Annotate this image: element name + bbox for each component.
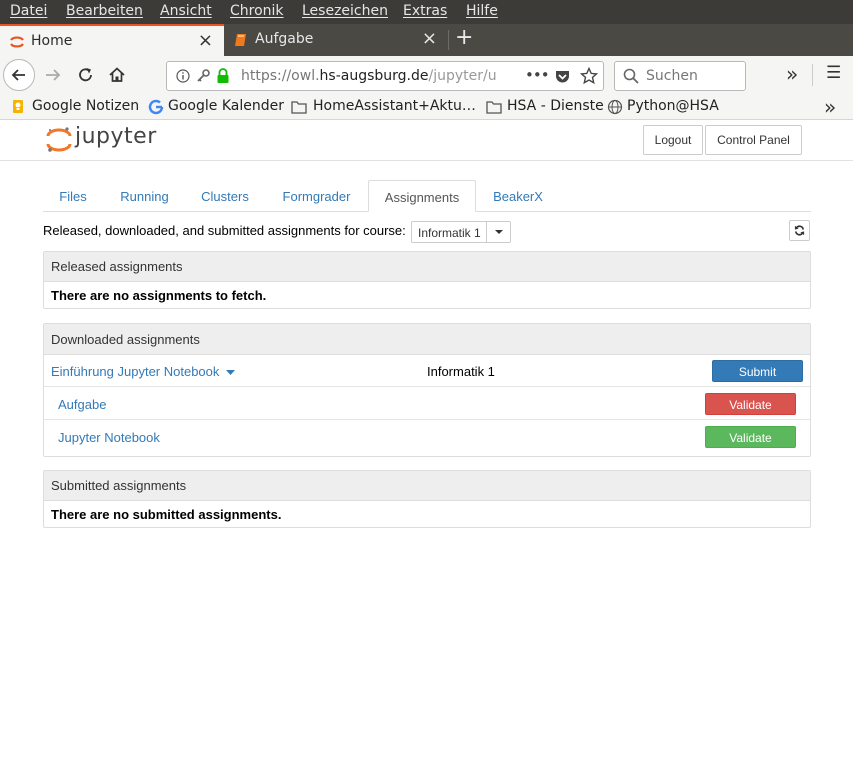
assignment-course: Informatik 1 [427, 364, 495, 379]
info-icon[interactable] [176, 69, 190, 83]
jupyter-tabs: Files Running Clusters Formgrader Assign… [43, 180, 811, 212]
control-panel-button[interactable]: Control Panel [705, 125, 802, 155]
url-bar[interactable]: https://owl.hs-augsburg.de/jupyter/u ••• [166, 61, 604, 91]
jupyter-header: jupyter Logout Control Panel [0, 120, 853, 161]
tab-beakerx[interactable]: BeakerX [476, 180, 560, 211]
menu-extras[interactable]: Extras [403, 3, 447, 19]
bookmarks-overflow-button[interactable]: » [824, 95, 836, 119]
validate-button-aufgabe[interactable]: Validate [705, 393, 796, 415]
course-select-toggle[interactable] [486, 222, 511, 242]
new-tab-button[interactable]: + [455, 25, 473, 50]
url-prefix: https://owl. [241, 68, 320, 84]
bookmark-google-kalender[interactable]: Google Kalender [168, 98, 284, 114]
globe-icon [607, 99, 623, 115]
bookmark-google-notizen[interactable]: Google Notizen [32, 98, 139, 114]
menu-lesezeichen[interactable]: Lesezeichen [302, 3, 388, 19]
submitted-assignments-title: Submitted assignments [44, 471, 810, 501]
tab-files[interactable]: Files [43, 180, 103, 211]
menu-ansicht[interactable]: Ansicht [160, 3, 212, 19]
close-icon[interactable]: × [422, 28, 437, 49]
hamburger-menu-icon[interactable]: ☰ [826, 63, 841, 83]
menu-bar: Datei Bearbeiten Ansicht Chronik Lesezei… [0, 0, 853, 24]
validate-button-jupyter-notebook[interactable]: Validate [705, 426, 796, 448]
menu-hilfe[interactable]: Hilfe [466, 3, 498, 19]
nav-toolbar: https://owl.hs-augsburg.de/jupyter/u •••… [0, 56, 853, 94]
submit-button[interactable]: Submit [712, 360, 803, 382]
caret-down-icon [495, 230, 503, 234]
page-actions-button[interactable]: ••• [525, 66, 550, 84]
assignment-toggle-link[interactable]: Einführung Jupyter Notebook [51, 364, 236, 379]
pocket-icon[interactable] [554, 68, 571, 85]
tab-assignments[interactable]: Assignments [368, 180, 476, 212]
bookmarks-toolbar: Google Notizen Google Kalender HomeAssis… [0, 94, 853, 120]
jupyter-page: jupyter Logout Control Panel Files Runni… [0, 120, 853, 769]
notebook-link-aufgabe[interactable]: Aufgabe [58, 397, 106, 412]
search-placeholder: Suchen [646, 68, 698, 84]
bookmark-star-icon[interactable] [580, 67, 598, 85]
downloaded-assignments-title: Downloaded assignments [44, 324, 810, 355]
browser-tab-label: Aufgabe [255, 31, 314, 47]
jupyter-logo-text[interactable]: jupyter [75, 124, 157, 149]
released-assignments-panel: Released assignments There are no assign… [43, 251, 811, 309]
search-icon [623, 68, 639, 84]
notebook-link-jupyter-notebook[interactable]: Jupyter Notebook [58, 430, 160, 445]
refresh-icon [794, 225, 805, 236]
menu-chronik[interactable]: Chronik [230, 3, 284, 19]
submitted-assignments-message: There are no submitted assignments. [51, 507, 282, 522]
home-icon[interactable] [107, 65, 127, 85]
caret-down-icon [226, 369, 236, 375]
toolbar-divider [812, 64, 813, 86]
folder-icon [486, 101, 502, 114]
google-g-icon [148, 99, 164, 115]
course-select[interactable]: Informatik 1 [411, 221, 511, 243]
course-select-value: Informatik 1 [418, 226, 481, 240]
forward-arrow-icon[interactable] [43, 65, 63, 85]
search-bar[interactable]: Suchen [614, 61, 746, 91]
course-label: Released, downloaded, and submitted assi… [43, 223, 406, 238]
bookmark-python-hsa[interactable]: Python@HSA [627, 98, 719, 114]
notebook-row: Jupyter Notebook Validate [44, 421, 810, 453]
url-path: /jupyter/u [428, 68, 497, 84]
book-icon [235, 34, 246, 46]
refresh-button[interactable] [789, 220, 810, 241]
logout-button[interactable]: Logout [643, 125, 703, 155]
close-icon[interactable]: × [198, 30, 213, 51]
browser-tab-aufgabe[interactable]: Aufgabe × [224, 24, 448, 56]
tab-divider [448, 30, 449, 50]
browser-tab-label: Home [31, 33, 73, 49]
assignment-row: Einführung Jupyter Notebook Informatik 1… [44, 355, 810, 387]
assignment-name: Einführung Jupyter Notebook [51, 364, 220, 379]
back-arrow-icon [11, 69, 25, 81]
url-text[interactable]: https://owl.hs-augsburg.de/jupyter/u [241, 68, 497, 84]
toolbar-overflow-button[interactable]: » [786, 62, 798, 86]
submitted-assignments-panel: Submitted assignments There are no submi… [43, 470, 811, 528]
menu-datei[interactable]: Datei [10, 3, 47, 19]
url-domain: hs-augsburg.de [319, 68, 429, 84]
bookmark-homeassistant[interactable]: HomeAssistant+Aktu… [313, 98, 476, 114]
tab-strip: Home × Aufgabe × + [0, 24, 853, 56]
released-assignments-message: There are no assignments to fetch. [51, 288, 267, 303]
key-icon[interactable] [195, 68, 211, 84]
back-button[interactable] [3, 59, 35, 91]
keep-notes-icon [13, 100, 23, 113]
jupyter-logo-icon[interactable] [46, 126, 72, 154]
menu-bearbeiten[interactable]: Bearbeiten [66, 3, 143, 19]
released-assignments-title: Released assignments [44, 252, 810, 282]
tab-clusters[interactable]: Clusters [186, 180, 264, 211]
jupyter-favicon-icon [10, 36, 24, 48]
tab-running[interactable]: Running [103, 180, 186, 211]
folder-icon [291, 101, 307, 114]
reload-icon[interactable] [76, 65, 96, 85]
bookmark-hsa-dienste[interactable]: HSA - Dienste [507, 98, 604, 114]
browser-tab-home[interactable]: Home × [0, 24, 224, 56]
downloaded-assignments-panel: Downloaded assignments Einführung Jupyte… [43, 323, 811, 457]
tab-formgrader[interactable]: Formgrader [264, 180, 369, 211]
lock-icon[interactable] [216, 67, 230, 84]
notebook-row: Aufgabe Validate [44, 388, 810, 420]
